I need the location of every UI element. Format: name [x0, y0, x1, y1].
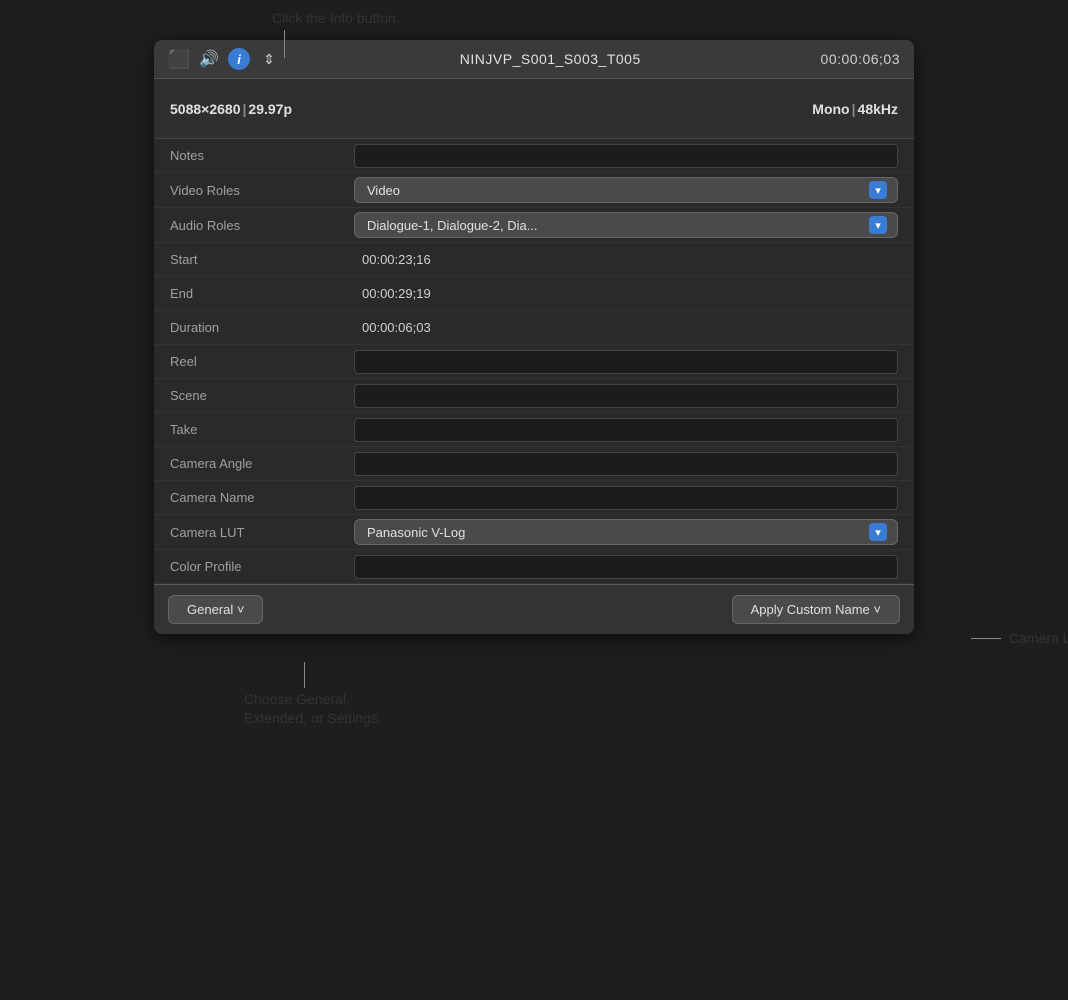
label-camera-name: Camera Name: [154, 490, 354, 505]
timecode: 00:00:06;03: [821, 51, 900, 67]
info-panel: ⬛ 🔊 i ⇕ NINJVP_S001_S003_T005 00:00:06;0…: [154, 40, 914, 634]
input-camera-name[interactable]: [354, 486, 898, 510]
audio-info: Mono|48kHz: [812, 101, 898, 117]
prop-row-scene: Scene: [154, 379, 914, 413]
prop-row-camera-lut: Camera LUT Panasonic V-Log ▾: [154, 515, 914, 550]
label-camera-lut: Camera LUT: [154, 525, 354, 540]
input-reel[interactable]: [354, 350, 898, 374]
input-camera-angle[interactable]: [354, 452, 898, 476]
label-camera-angle: Camera Angle: [154, 456, 354, 471]
dropdown-audio-roles[interactable]: Dialogue-1, Dialogue-2, Dia... ▾: [354, 212, 898, 238]
input-scene[interactable]: [354, 384, 898, 408]
prop-row-camera-name: Camera Name: [154, 481, 914, 515]
label-take: Take: [154, 422, 354, 437]
input-notes[interactable]: [354, 144, 898, 168]
prop-row-duration: Duration 00:00:06;03: [154, 311, 914, 345]
audio-roles-value: Dialogue-1, Dialogue-2, Dia...: [367, 218, 861, 233]
label-scene: Scene: [154, 388, 354, 403]
label-video-roles: Video Roles: [154, 183, 354, 198]
label-notes: Notes: [154, 148, 354, 163]
general-button[interactable]: General ˅: [168, 595, 263, 624]
footer: General ˅ Apply Custom Name ˅: [154, 584, 914, 634]
prop-row-color-profile: Color Profile: [154, 550, 914, 584]
video-roles-value: Video: [367, 183, 861, 198]
speaker-icon[interactable]: 🔊: [198, 48, 220, 70]
resolution-width: 5088: [170, 101, 201, 117]
resolution-height: 2680: [209, 101, 240, 117]
audio-roles-chevron: ▾: [869, 216, 887, 234]
framerate: 29.97p: [248, 101, 292, 117]
label-reel: Reel: [154, 354, 354, 369]
prop-row-camera-angle: Camera Angle: [154, 447, 914, 481]
label-color-profile: Color Profile: [154, 559, 354, 574]
camera-lut-value: Panasonic V-Log: [367, 525, 861, 540]
prop-row-start: Start 00:00:23;16: [154, 243, 914, 277]
video-roles-chevron: ▾: [869, 181, 887, 199]
label-end: End: [154, 286, 354, 301]
dropdown-video-roles[interactable]: Video ▾: [354, 177, 898, 203]
prop-row-video-roles: Video Roles Video ▾: [154, 173, 914, 208]
film-icon[interactable]: ⬛: [168, 48, 190, 70]
properties-list: Notes Video Roles Video ▾ Audio Roles Di…: [154, 139, 914, 584]
info-button[interactable]: i: [228, 48, 250, 70]
apply-custom-name-label: Apply Custom Name ˅: [751, 602, 881, 617]
value-start: 00:00:23;16: [354, 252, 914, 267]
pipe-1: |: [243, 101, 247, 117]
value-duration: 00:00:06;03: [354, 320, 914, 335]
media-info-bar: 5088×2680|29.97p Mono|48kHz: [154, 79, 914, 139]
prop-row-take: Take: [154, 413, 914, 447]
callout-bottom: Choose General,Extended, or Settings.: [244, 690, 382, 729]
prop-row-audio-roles: Audio Roles Dialogue-1, Dialogue-2, Dia.…: [154, 208, 914, 243]
toolbar: ⬛ 🔊 i ⇕ NINJVP_S001_S003_T005 00:00:06;0…: [154, 40, 914, 79]
label-start: Start: [154, 252, 354, 267]
prop-row-notes: Notes: [154, 139, 914, 173]
input-take[interactable]: [354, 418, 898, 442]
sample-rate: 48kHz: [858, 101, 898, 117]
callout-line: [971, 638, 1001, 639]
audio-mode: Mono: [812, 101, 849, 117]
dropdown-camera-lut[interactable]: Panasonic V-Log ▾: [354, 519, 898, 545]
clip-title: NINJVP_S001_S003_T005: [290, 51, 811, 67]
camera-lut-chevron: ▾: [869, 523, 887, 541]
prop-row-end: End 00:00:29;19: [154, 277, 914, 311]
apply-custom-name-button[interactable]: Apply Custom Name ˅: [732, 595, 900, 624]
prop-row-reel: Reel: [154, 345, 914, 379]
main-wrapper: Click the Info button. ⬛ 🔊 i ⇕ NINJVP_S0…: [154, 40, 914, 634]
callout-top: Click the Info button.: [272, 10, 400, 26]
label-duration: Duration: [154, 320, 354, 335]
value-end: 00:00:29;19: [354, 286, 914, 301]
pipe-2: |: [852, 101, 856, 117]
resolution-info: 5088×2680|29.97p: [170, 101, 292, 117]
callout-bottom-text: Choose General,Extended, or Settings.: [244, 691, 382, 727]
toolbar-icons: ⬛ 🔊 i ⇕: [168, 48, 280, 70]
transform-icon[interactable]: ⇕: [258, 48, 280, 70]
callout-camera-lut: Camera LUT setting: [971, 630, 1068, 646]
label-audio-roles: Audio Roles: [154, 218, 354, 233]
input-color-profile[interactable]: [354, 555, 898, 579]
callout-camera-lut-text: Camera LUT setting: [1009, 630, 1068, 646]
general-button-label: General ˅: [187, 602, 244, 617]
